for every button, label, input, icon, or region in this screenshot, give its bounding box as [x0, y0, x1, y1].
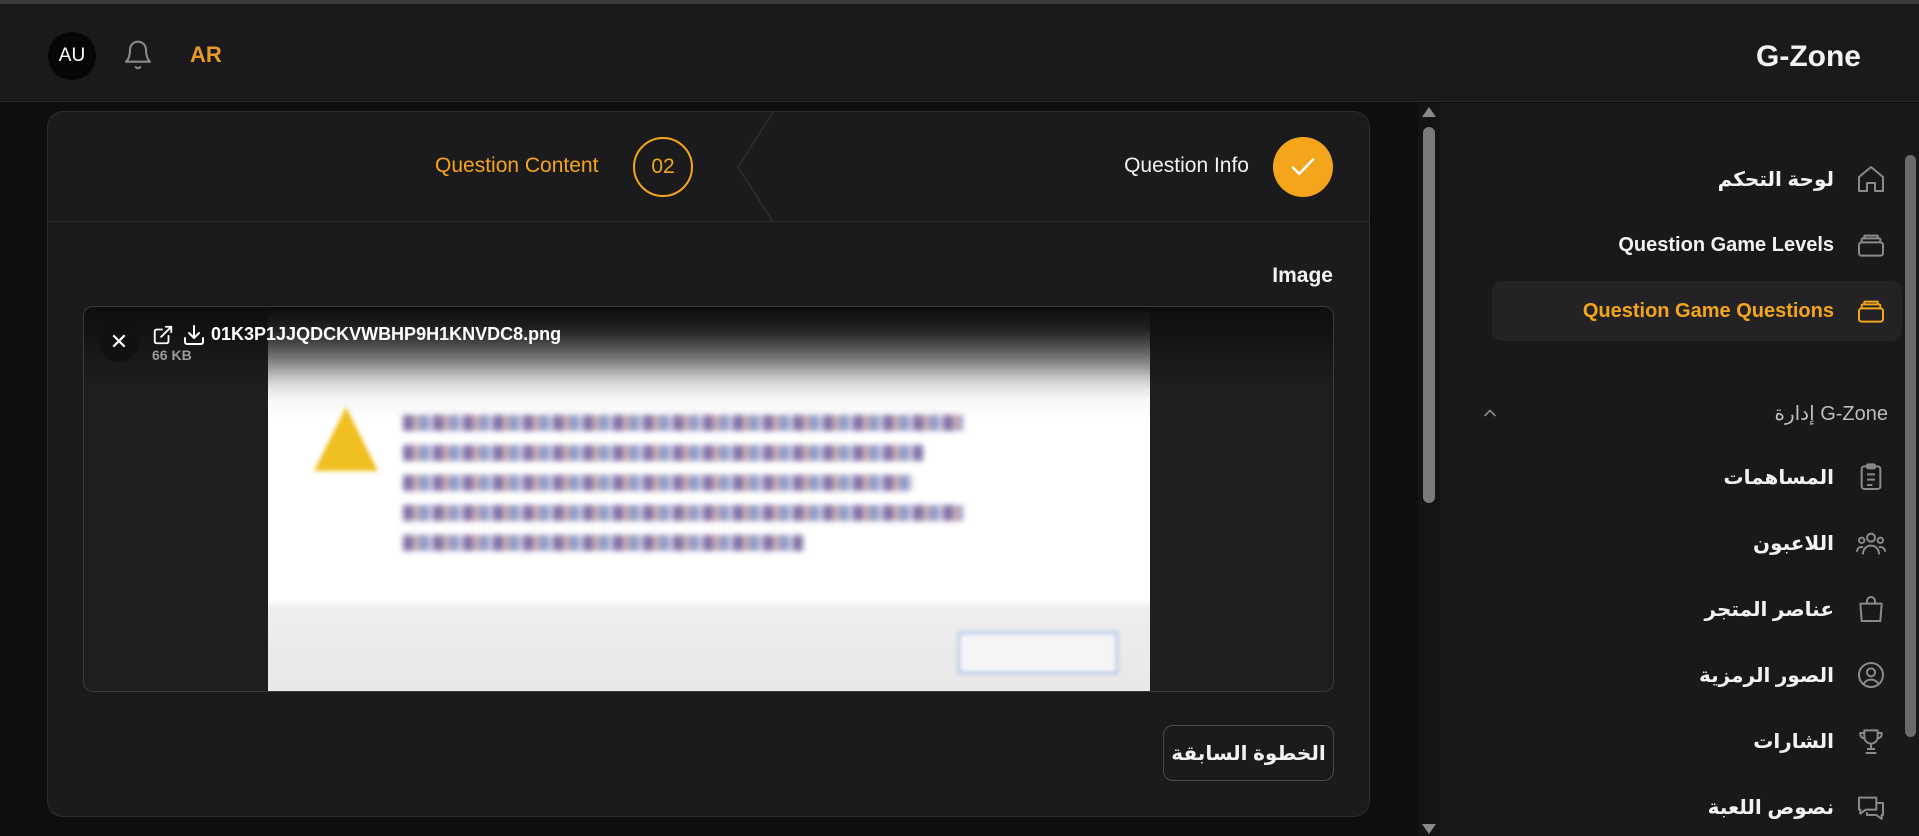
blurred-dialog-button	[958, 632, 1118, 674]
sidebar-item-label: المساهمات	[1723, 466, 1834, 489]
sidebar-item-contributions[interactable]: المساهمات	[1492, 447, 1902, 507]
sidebar-item-store-items[interactable]: عناصر المتجر	[1492, 579, 1902, 639]
file-name: 01K3P1JJQDCKVWBHP9H1KNVDC8.png	[211, 324, 562, 344]
main-scrollbar[interactable]	[1418, 103, 1440, 836]
stepper: Question Content 02 Question Info	[48, 112, 1369, 222]
clipboard-icon	[1860, 463, 1882, 490]
layers-icon	[1858, 300, 1884, 323]
preview-overlay	[84, 307, 1333, 387]
blurred-text	[403, 535, 803, 551]
blurred-text	[403, 445, 923, 461]
step-separator	[737, 112, 774, 222]
remove-file-button[interactable]: ✕	[99, 322, 139, 362]
section-label: إدارة G-Zone	[1774, 403, 1888, 425]
sidebar-item-badges[interactable]: الشارات	[1492, 711, 1902, 771]
avatar[interactable]: AU	[48, 32, 96, 80]
section-gzone-management[interactable]: إدارة G-Zone	[1480, 393, 1902, 433]
bell-icon[interactable]	[122, 38, 154, 72]
download-icon[interactable]	[182, 323, 206, 347]
warning-icon	[314, 407, 378, 471]
sidebar-item-game-texts[interactable]: نصوص اللعبة	[1492, 777, 1902, 836]
scroll-down-arrow[interactable]	[1422, 824, 1436, 834]
blurred-text	[403, 475, 913, 491]
sidebar: لوحة التحكم Question Game Levels Questio…	[1440, 103, 1902, 836]
sidebar-item-players[interactable]: اللاعبون	[1492, 513, 1902, 573]
scroll-thumb[interactable]	[1423, 127, 1435, 503]
sidebar-item-label: الشارات	[1753, 730, 1834, 753]
language-toggle[interactable]: AR	[190, 42, 222, 68]
chat-icon	[1858, 796, 1884, 820]
sidebar-item-label: اللاعبون	[1753, 532, 1834, 555]
sidebar-item-avatars[interactable]: الصور الرمزية	[1492, 645, 1902, 705]
sidebar-item-dashboard[interactable]: لوحة التحكم	[1492, 149, 1902, 209]
sidebar-item-question-game-questions[interactable]: Question Game Questions	[1492, 281, 1902, 341]
step-question-info-check[interactable]	[1273, 137, 1333, 197]
sidebar-item-label: الصور الرمزية	[1699, 664, 1834, 687]
scroll-up-arrow[interactable]	[1422, 107, 1436, 117]
file-size: 66 KB	[152, 347, 192, 363]
step-question-content-label[interactable]: Question Content	[435, 154, 598, 178]
user-circle-icon	[1858, 662, 1884, 688]
sidebar-item-label: Question Game Levels	[1618, 233, 1834, 256]
question-form-card: Question Content 02 Question Info Image …	[47, 111, 1370, 817]
chevron-up-icon[interactable]	[1480, 403, 1500, 423]
sidebar-item-label: نصوص اللعبة	[1707, 796, 1834, 819]
sidebar-item-label: عناصر المتجر	[1704, 598, 1834, 621]
image-upload[interactable]: ✕ 01K3P1JJQDCKVWBHP9H1KNVDC8.png 66 KB	[83, 306, 1334, 692]
check-icon	[1291, 158, 1315, 176]
external-link-icon[interactable]	[152, 324, 174, 346]
sidebar-item-label: لوحة التحكم	[1717, 168, 1834, 191]
blurred-text	[403, 505, 963, 521]
sidebar-scroll-thumb[interactable]	[1905, 155, 1916, 737]
top-header: AU AR G-Zone	[0, 4, 1919, 102]
home-icon	[1858, 166, 1884, 192]
brand-logo[interactable]: G-Zone	[1756, 40, 1861, 74]
layers-icon	[1858, 234, 1884, 257]
trophy-icon	[1859, 729, 1883, 754]
image-field-label: Image	[1272, 264, 1333, 287]
sidebar-item-question-game-levels[interactable]: Question Game Levels	[1492, 215, 1902, 275]
step-question-info-label[interactable]: Question Info	[1124, 154, 1249, 178]
sidebar-item-label: Question Game Questions	[1582, 299, 1834, 322]
previous-step-button[interactable]: الخطوة السابقة	[1163, 725, 1334, 781]
shopping-bag-icon	[1859, 596, 1883, 622]
sidebar-scrollbar[interactable]	[1902, 103, 1919, 836]
users-icon	[1856, 532, 1886, 555]
blurred-text	[403, 415, 963, 431]
step-question-content-number[interactable]: 02	[633, 137, 693, 197]
